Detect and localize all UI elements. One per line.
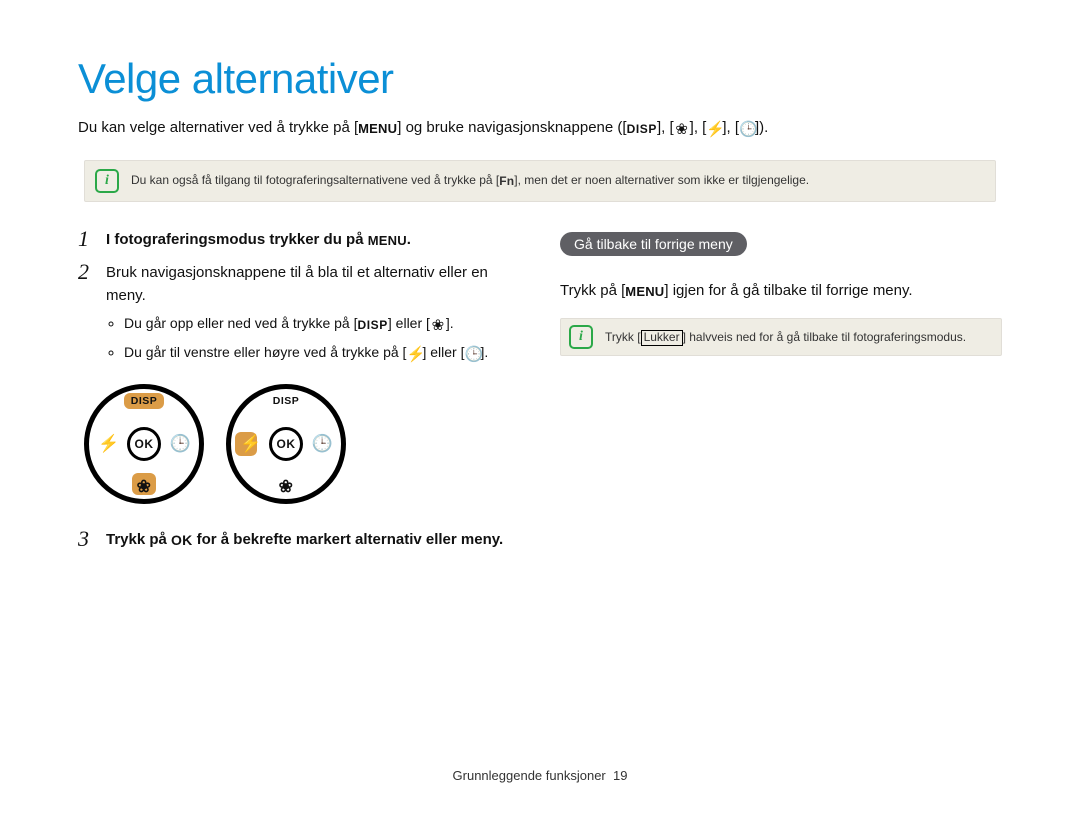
step-heading: Bruk navigasjonsknappene til å bla til e… <box>106 261 520 308</box>
ok-label: OK <box>171 530 192 552</box>
bullet-text: ]. <box>480 344 488 360</box>
disp-label: DISP <box>131 395 158 407</box>
timer-icon: 🕒 <box>312 434 333 454</box>
note-text: Du kan også få tilgang til fotografering… <box>131 171 809 190</box>
bullet-text: Du går opp eller ned ved å trykke på [ <box>124 315 357 331</box>
intro-paragraph: Du kan velge alternativer ved å trykke p… <box>78 117 1002 142</box>
macro-icon: ❀ <box>137 477 152 497</box>
left-column: 1 I fotograferingsmodus trykker du på ME… <box>78 228 520 562</box>
step-text: . <box>407 231 411 248</box>
timer-icon: 🕒 <box>170 434 191 454</box>
note-text-part: ], men det er noen alternativer som ikke… <box>514 173 809 187</box>
info-note: i Du kan også få tilgang til fotograferi… <box>84 160 996 202</box>
bullet-text: ] eller [ <box>422 344 464 360</box>
bullet-text: ] eller [ <box>388 315 430 331</box>
dial-illustrations: DISP ⚡ OK 🕒 ❀ DISP ⚡ OK 🕒 ❀ <box>84 384 520 504</box>
step-number: 2 <box>78 261 96 371</box>
step-text: for å bekrefte markert alternativ eller … <box>192 531 503 548</box>
para-text: ] igjen for å gå tilbake til forrige men… <box>664 282 912 299</box>
bullet: Du går til venstre eller høyre ved å try… <box>124 342 520 367</box>
step-3: Trykk på OK for å bekrefte markert alter… <box>106 528 503 552</box>
note-text-part: ] halvveis ned for å gå tilbake til foto… <box>683 330 967 344</box>
bullet-text: Du går til venstre eller høyre ved å try… <box>124 344 406 360</box>
shutter-key: Lukker <box>641 330 683 346</box>
step-2: Bruk navigasjonsknappene til å bla til e… <box>106 261 520 371</box>
menu-label: MENU <box>368 231 407 251</box>
subsection-header: Gå tilbake til forrige meny <box>560 232 747 256</box>
info-icon: i <box>569 325 593 349</box>
intro-text: ] og bruke navigasjonsknappene ([ <box>397 119 626 136</box>
macro-icon: ❀ <box>279 477 294 497</box>
note-text-part: Du kan også få tilgang til fotografering… <box>131 173 499 187</box>
step-text: I fotograferingsmodus trykker du på <box>106 231 364 248</box>
timer-icon: 🕒 <box>464 344 480 367</box>
flash-icon: ⚡ <box>406 344 422 367</box>
nav-dial-horizontal: DISP ⚡ OK 🕒 ❀ <box>226 384 346 504</box>
right-column: Gå tilbake til forrige meny Trykk på [ME… <box>560 228 1002 562</box>
menu-label: MENU <box>625 282 664 302</box>
para-text: Trykk på [ <box>560 282 625 299</box>
intro-text: Du kan velge alternativer ved å trykke p… <box>78 119 358 136</box>
disp-label: DISP <box>273 395 300 407</box>
disp-label: DISP <box>357 316 387 334</box>
ok-button: OK <box>127 427 161 461</box>
intro-text: ], [ <box>657 119 674 136</box>
step-number: 3 <box>78 528 96 552</box>
flash-icon: ⚡ <box>706 119 722 142</box>
footer-section: Grunnleggende funksjoner <box>453 768 606 783</box>
nav-dial-vertical: DISP ⚡ OK 🕒 ❀ <box>84 384 204 504</box>
menu-label: MENU <box>358 119 397 139</box>
footer-page-number: 19 <box>613 768 627 783</box>
page-footer: Grunnleggende funksjoner 19 <box>0 768 1080 783</box>
note-text: Trykk [Lukker] halvveis ned for å gå til… <box>605 328 966 346</box>
macro-icon: ❀ <box>674 119 690 142</box>
bullet: Du går opp eller ned ved å trykke på [DI… <box>124 313 520 338</box>
info-note: i Trykk [Lukker] halvveis ned for å gå t… <box>560 318 1002 356</box>
intro-text: ], [ <box>690 119 707 136</box>
timer-icon: 🕒 <box>739 119 755 142</box>
step-text: Trykk på <box>106 531 171 548</box>
note-text-part: Trykk [ <box>605 330 641 344</box>
paragraph: Trykk på [MENU] igjen for å gå tilbake t… <box>560 279 1002 302</box>
flash-icon: ⚡ <box>240 434 261 454</box>
flash-icon: ⚡ <box>98 434 119 454</box>
bullet-text: ]. <box>446 315 454 331</box>
page-title: Velge alternativer <box>78 55 1002 103</box>
fn-label: Fn <box>499 172 514 190</box>
intro-text: ]). <box>755 119 768 136</box>
intro-text: ], [ <box>722 119 739 136</box>
disp-label: DISP <box>627 120 657 138</box>
step-number: 1 <box>78 228 96 251</box>
ok-button: OK <box>269 427 303 461</box>
macro-icon: ❀ <box>430 315 446 338</box>
step-1: I fotograferingsmodus trykker du på MENU… <box>106 228 411 251</box>
info-icon: i <box>95 169 119 193</box>
